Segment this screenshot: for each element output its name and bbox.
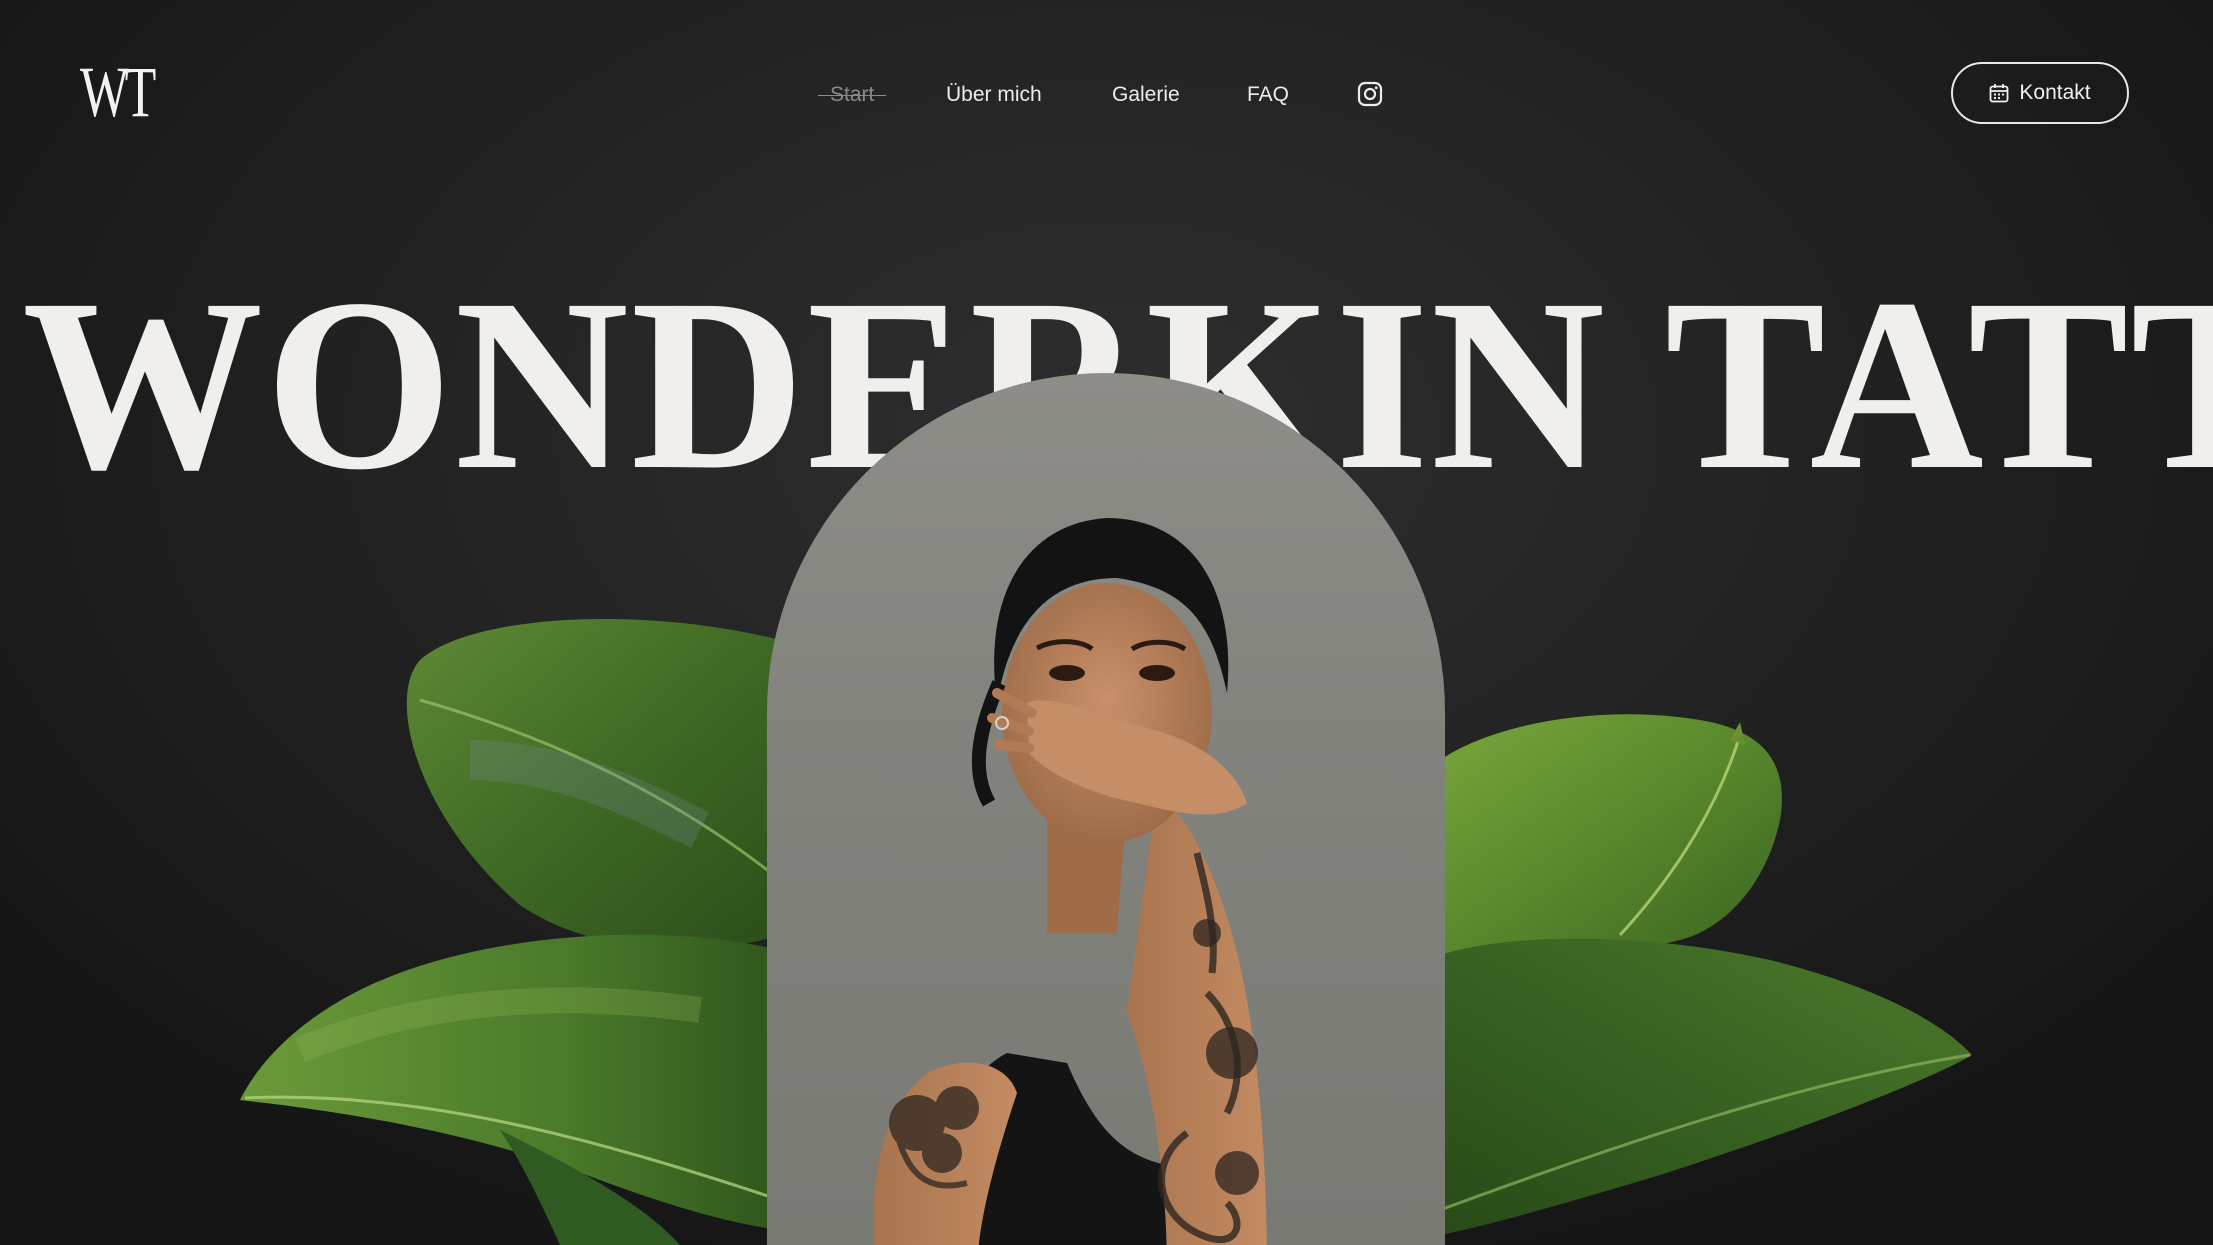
hero-portrait bbox=[767, 373, 1445, 1245]
page: WT Start Über mich Galerie FAQ Kontakt W… bbox=[0, 0, 2213, 1245]
